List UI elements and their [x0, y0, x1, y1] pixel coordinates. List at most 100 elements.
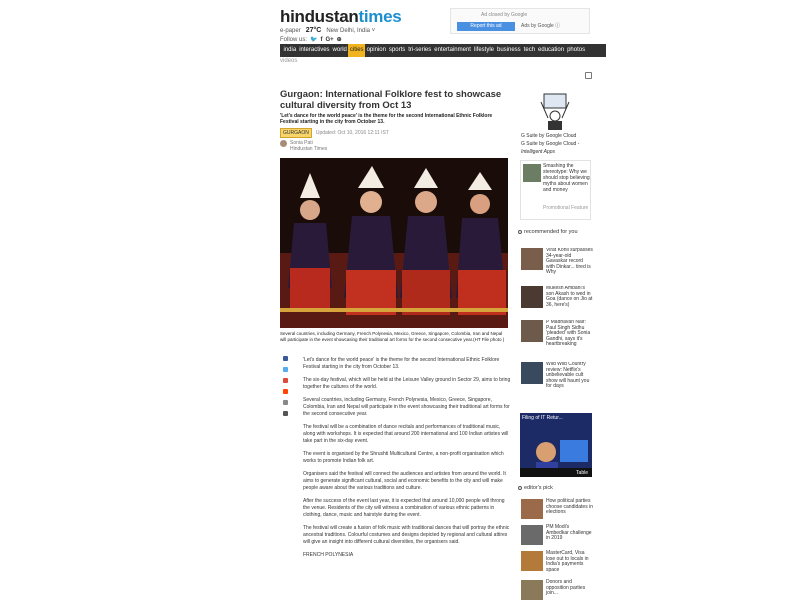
- gsuite-ad-line-1[interactable]: G Suite by Google Cloud: [521, 133, 576, 139]
- follow-row: Follow us: 🐦 f G+ ⊕: [280, 36, 342, 44]
- promo-text: Smashing the stereotype: Why we should s…: [543, 163, 590, 193]
- thumbnail: [521, 551, 543, 571]
- recommended-item[interactable]: Virat Kohli surpasses 34-year-old Gavask…: [521, 248, 594, 276]
- article-title: Gurgaon: International Folklore fest to …: [280, 89, 502, 111]
- thumbnail: [521, 580, 543, 600]
- section-tag[interactable]: GURGAON: [280, 128, 312, 138]
- section-dot-icon: [518, 485, 522, 490]
- promo-thumbnail: [523, 164, 541, 182]
- video-controls[interactable]: Table: [520, 468, 592, 477]
- recommended-item[interactable]: P Madhavan Nair: Paul Singh Sidhu 'plead…: [521, 320, 594, 348]
- header-meta: e-paper 27°C New Delhi, India ˅: [280, 27, 375, 34]
- article-summary: 'Let's dance for the world peace' is the…: [280, 113, 493, 125]
- editors-pick-heading: editor's pick: [518, 485, 553, 491]
- section-dot-icon: [518, 229, 522, 234]
- logo-text-1: hindustan: [280, 7, 359, 26]
- nav-item-india[interactable]: india: [282, 44, 298, 57]
- recommended-text: Mukesh Ambani's son Akash to wed in Goa …: [546, 286, 593, 308]
- paragraph: After the success of the event last year…: [303, 498, 505, 518]
- editors-pick-text: MasterCard, Visa lose out to locals in I…: [546, 550, 589, 573]
- recommended-item[interactable]: Mukesh Ambani's son Akash to wed in Goa …: [521, 286, 594, 314]
- paragraph: The festival will be a combination of da…: [303, 424, 509, 444]
- article-photo: [280, 158, 508, 328]
- author-org: Hindustan Times: [290, 146, 328, 152]
- recommended-text: Virat Kohli surpasses 34-year-old Gavask…: [546, 248, 593, 275]
- paragraph-heading: FRENCH POLYNESIA: [303, 552, 354, 558]
- city-select[interactable]: New Delhi, India ˅: [326, 28, 375, 34]
- video-brand: Table: [576, 470, 588, 476]
- temperature: 27°C: [305, 27, 322, 34]
- video-title: Filing of IT Retur...: [522, 415, 563, 421]
- nav-item-interactives[interactable]: interactives: [298, 44, 331, 57]
- main-nav: india interactives world cities opinion …: [280, 44, 606, 57]
- gsuite-ad-line-2[interactable]: G Suite by Google Cloud -: [521, 141, 579, 147]
- nav-item-cities[interactable]: cities: [348, 44, 366, 57]
- article-body: 'Let's dance for the world peace' is the…: [303, 357, 511, 565]
- article-meta: GURGAON Updated: Oct 10, 2016 12:11 IST: [280, 128, 510, 138]
- share-column: [283, 356, 293, 422]
- top-ad-box: Ad closed by Google Report this ad Ads b…: [450, 8, 590, 34]
- report-ad-button[interactable]: Report this ad: [457, 22, 515, 31]
- google-plus-icon[interactable]: G+: [326, 37, 334, 43]
- facebook-share-icon[interactable]: [283, 356, 288, 361]
- twitter-icon[interactable]: 🐦: [310, 36, 317, 43]
- thumbnail: [521, 499, 543, 519]
- paragraph: Organisers said the festival will connec…: [303, 471, 506, 491]
- nav-item-sports[interactable]: sports: [387, 44, 406, 57]
- thumbnail: [521, 362, 543, 384]
- author-avatar: [280, 140, 287, 147]
- thumbnail: [521, 525, 543, 545]
- author-block: Sonia Pati Hindustan Times: [280, 140, 510, 152]
- expand-icon[interactable]: [585, 72, 592, 79]
- nav-item-business[interactable]: business: [496, 44, 523, 57]
- paragraph: 'Let's dance for the world peace' is the…: [303, 357, 500, 370]
- editors-pick-item[interactable]: PM Modi's Ambedkar challenge in 2019: [521, 524, 594, 547]
- nav-item-videos[interactable]: videos: [280, 58, 297, 64]
- paragraph: The six-day festival, which will be held…: [303, 377, 511, 390]
- sidebar-ad[interactable]: [536, 92, 574, 132]
- recommended-text: P Madhavan Nair: Paul Singh Sidhu 'plead…: [546, 320, 591, 347]
- page: hindustantimes e-paper 27°C New Delhi, I…: [278, 0, 606, 600]
- nav-item-opinion[interactable]: opinion: [365, 44, 387, 57]
- promo-card[interactable]: Smashing the stereotype: Why we should s…: [520, 160, 591, 220]
- nav-item-photos[interactable]: photos: [566, 44, 587, 57]
- thumbnail: [521, 248, 543, 270]
- thumbnail: [521, 320, 543, 342]
- nav-item-entertainment[interactable]: entertainment: [433, 44, 473, 57]
- recommended-item[interactable]: Wild Wild Country review: Netflix's unbe…: [521, 362, 594, 390]
- editors-pick-text: How political parties choose candidates …: [546, 498, 593, 515]
- ad-closed-label: Ad closed by Google: [481, 12, 528, 18]
- editors-pick-item[interactable]: How political parties choose candidates …: [521, 498, 594, 521]
- gsuite-ad-line-3[interactable]: Intelligent Apps: [521, 149, 555, 155]
- epaper-link[interactable]: e-paper: [280, 28, 301, 34]
- nav-item-tri-series[interactable]: tri-series: [407, 44, 433, 57]
- promo-label: Promotional Feature: [543, 205, 589, 211]
- email-share-icon[interactable]: [283, 400, 288, 405]
- paragraph: The event is organised by the Shrushti M…: [303, 451, 504, 464]
- twitter-share-icon[interactable]: [283, 367, 288, 372]
- editors-pick-item[interactable]: Donors and opposition parties join...: [521, 579, 594, 600]
- reddit-share-icon[interactable]: [283, 389, 288, 394]
- video-player[interactable]: Filing of IT Retur... Table: [520, 413, 592, 477]
- google-share-icon[interactable]: [283, 378, 288, 383]
- editors-pick-text: PM Modi's Ambedkar challenge in 2019: [546, 524, 592, 541]
- logo-text-2: times: [358, 7, 402, 26]
- paragraph: Several countries, including Germany, Fr…: [303, 397, 510, 417]
- photo-caption: Several countries, including Germany, Fr…: [280, 331, 505, 342]
- nav-item-world[interactable]: world: [331, 44, 348, 57]
- author-info: Sonia Pati Hindustan Times: [290, 140, 327, 152]
- nav-item-education[interactable]: education: [537, 44, 566, 57]
- site-logo[interactable]: hindustantimes: [280, 7, 402, 27]
- editors-pick-item[interactable]: MasterCard, Visa lose out to locals in I…: [521, 550, 594, 573]
- nav-item-tech[interactable]: tech: [522, 44, 536, 57]
- sub-nav: videos: [280, 58, 297, 64]
- facebook-icon[interactable]: f: [321, 37, 323, 43]
- share-icon[interactable]: ⊕: [337, 36, 342, 43]
- recommended-heading: recommended for you: [518, 229, 578, 235]
- nav-item-lifestyle[interactable]: lifestyle: [472, 44, 495, 57]
- editors-pick-text: Donors and opposition parties join...: [546, 579, 586, 596]
- updated-time: Updated: Oct 10, 2016 12:11 IST: [315, 130, 389, 136]
- recommended-text: Wild Wild Country review: Netflix's unbe…: [546, 362, 590, 389]
- ads-by-google-link[interactable]: Ads by Google ⓘ: [517, 22, 577, 31]
- print-icon[interactable]: [283, 411, 288, 416]
